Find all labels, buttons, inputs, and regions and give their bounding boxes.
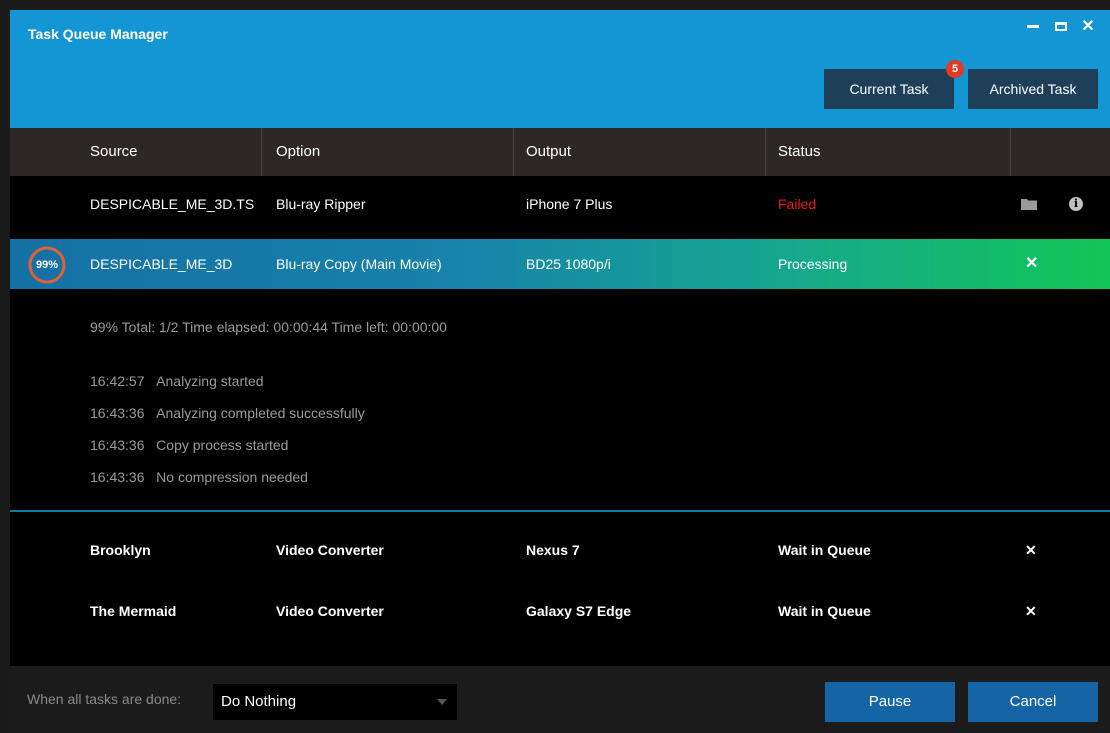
task-source: DESPICABLE_ME_3D bbox=[90, 256, 233, 272]
task-output: Galaxy S7 Edge bbox=[526, 603, 632, 619]
maximize-icon[interactable] bbox=[1050, 16, 1072, 38]
progress-summary: 99% Total: 1/2 Time elapsed: 00:00:44 Ti… bbox=[90, 319, 447, 335]
header-divider bbox=[261, 128, 262, 176]
window-title: Task Queue Manager bbox=[28, 26, 168, 42]
header-status[interactable]: Status bbox=[778, 128, 821, 176]
task-status: Wait in Queue bbox=[778, 542, 871, 558]
remove-icon[interactable]: ✕ bbox=[1025, 581, 1045, 641]
task-status: Processing bbox=[778, 256, 848, 272]
header-output[interactable]: Output bbox=[526, 128, 571, 176]
log-message: Copy process started bbox=[156, 437, 289, 453]
task-output: BD25 1080p/i bbox=[526, 256, 611, 272]
header-divider bbox=[765, 128, 766, 176]
current-task-tab[interactable]: Current Task bbox=[824, 69, 954, 109]
log-time: 16:43:36 bbox=[90, 405, 145, 421]
log-time: 16:43:36 bbox=[90, 469, 145, 485]
task-option: Video Converter bbox=[276, 542, 384, 558]
log-entry: 16:43:36 Analyzing completed successfull… bbox=[90, 405, 365, 421]
task-source: The Mermaid bbox=[90, 603, 177, 619]
log-entry: 16:43:36 Copy process started bbox=[90, 437, 288, 453]
remove-icon[interactable]: ✕ bbox=[1025, 239, 1045, 289]
close-icon[interactable]: ✕ bbox=[1077, 16, 1099, 38]
header-divider bbox=[513, 128, 514, 176]
log-message: No compression needed bbox=[156, 469, 308, 485]
task-option: Blu-ray Copy (Main Movie) bbox=[276, 256, 442, 272]
task-output: iPhone 7 Plus bbox=[526, 196, 613, 212]
minimize-icon[interactable] bbox=[1022, 16, 1044, 38]
log-entry: 16:42:57 Analyzing started bbox=[90, 373, 264, 389]
log-time: 16:42:57 bbox=[90, 373, 145, 389]
when-done-label: When all tasks are done: bbox=[27, 691, 182, 707]
title-bar: Task Queue Manager ✕ Current Task 5 Arch… bbox=[10, 10, 1110, 128]
table-row[interactable]: Brooklyn Video Converter Nexus 7 Wait in… bbox=[10, 520, 1110, 580]
log-entry: 16:43:36 No compression needed bbox=[90, 469, 308, 485]
section-divider bbox=[10, 510, 1110, 512]
task-output: Nexus 7 bbox=[526, 542, 580, 558]
remove-icon[interactable]: ✕ bbox=[1025, 520, 1045, 580]
cancel-button[interactable]: Cancel bbox=[968, 682, 1098, 722]
current-task-badge: 5 bbox=[946, 60, 964, 78]
archived-task-tab[interactable]: Archived Task bbox=[968, 69, 1098, 109]
task-queue-window: Task Queue Manager ✕ Current Task 5 Arch… bbox=[10, 10, 1110, 733]
table-header: Source Option Output Status bbox=[10, 128, 1110, 176]
footer-bar: When all tasks are done: Do Nothing Paus… bbox=[10, 666, 1110, 733]
log-message: Analyzing completed successfully bbox=[156, 405, 365, 421]
task-status: Failed bbox=[778, 196, 817, 212]
task-option: Blu-ray Ripper bbox=[276, 196, 366, 212]
when-done-select[interactable]: Do Nothing bbox=[213, 684, 457, 720]
chevron-down-icon bbox=[437, 699, 447, 705]
when-done-value: Do Nothing bbox=[221, 693, 297, 710]
table-row-active[interactable]: 99% DESPICABLE_ME_3D Blu-ray Copy (Main … bbox=[10, 239, 1110, 289]
table-row[interactable]: The Mermaid Video Converter Galaxy S7 Ed… bbox=[10, 581, 1110, 641]
log-time: 16:43:36 bbox=[90, 437, 145, 453]
progress-percent: 99% bbox=[35, 259, 59, 271]
pause-button[interactable]: Pause bbox=[825, 682, 955, 722]
header-divider bbox=[1010, 128, 1011, 176]
task-option: Video Converter bbox=[276, 603, 384, 619]
folder-icon[interactable] bbox=[1021, 198, 1037, 210]
header-option[interactable]: Option bbox=[276, 128, 320, 176]
log-message: Analyzing started bbox=[156, 373, 264, 389]
header-source[interactable]: Source bbox=[90, 128, 138, 176]
info-icon[interactable]: i bbox=[1069, 197, 1083, 211]
task-details-panel: 99% Total: 1/2 Time elapsed: 00:00:44 Ti… bbox=[10, 289, 1110, 511]
task-status: Wait in Queue bbox=[778, 603, 871, 619]
table-row[interactable]: DESPICABLE_ME_3D.TS Blu-ray Ripper iPhon… bbox=[10, 178, 1110, 232]
task-source: DESPICABLE_ME_3D.TS bbox=[90, 196, 255, 212]
task-source: Brooklyn bbox=[90, 542, 151, 558]
